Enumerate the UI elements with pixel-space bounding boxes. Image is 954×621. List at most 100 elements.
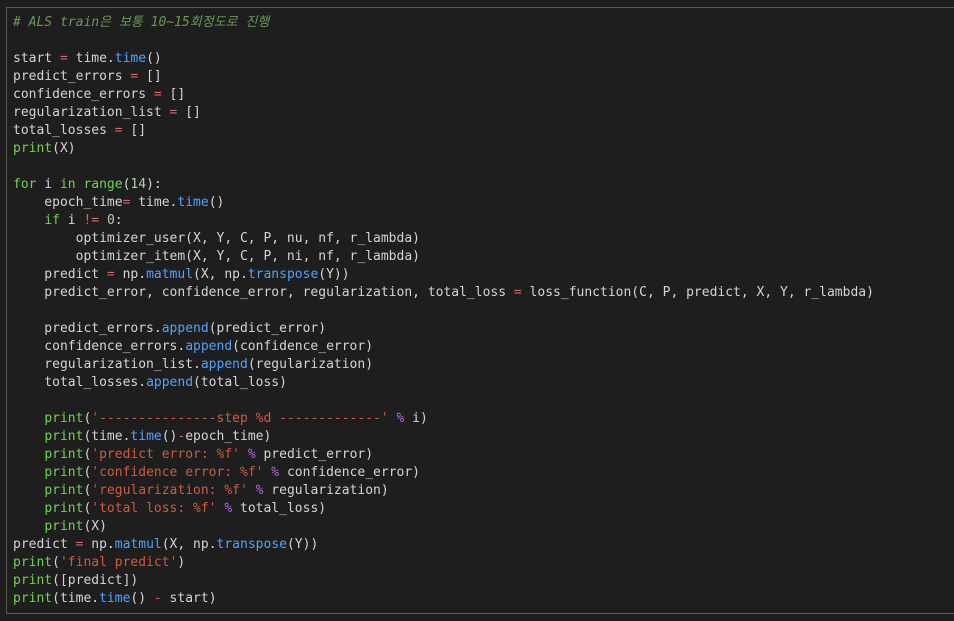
code-token: epoch_time) <box>185 429 272 444</box>
code-editor[interactable]: # ALS train은 보통 10~15회정도로 진행 start = tim… <box>6 7 954 614</box>
code-block[interactable]: # ALS train은 보통 10~15회정도로 진행 start = tim… <box>13 14 874 608</box>
code-token: start <box>13 51 60 66</box>
code-line[interactable]: print(X) <box>13 518 874 536</box>
code-token: (X) <box>52 141 76 156</box>
code-token: () <box>130 591 154 606</box>
code-line[interactable]: for i in range(14): <box>13 176 874 194</box>
code-token: = <box>106 267 115 282</box>
code-token: if <box>44 213 60 228</box>
code-line[interactable]: print(time.time()-epoch_time) <box>13 428 874 446</box>
code-token: % <box>247 447 256 462</box>
code-line[interactable] <box>13 158 874 176</box>
code-token: () <box>208 195 225 210</box>
code-token: 'regularization: %f' <box>91 483 248 498</box>
code-token: (Y)) <box>286 537 319 552</box>
code-token: print <box>44 519 84 534</box>
code-token: print <box>44 465 84 480</box>
code-line[interactable]: optimizer_item(X, Y, C, P, ni, nf, r_lam… <box>13 248 874 266</box>
code-line[interactable]: print('final predict') <box>13 554 874 572</box>
code-line[interactable]: predict = np.matmul(X, np.transpose(Y)) <box>13 536 874 554</box>
code-token: predict_errors <box>13 69 131 84</box>
code-line[interactable]: predict_error, confidence_error, regular… <box>13 284 874 302</box>
code-line[interactable]: confidence_errors.append(confidence_erro… <box>13 338 874 356</box>
code-token: (X, np. <box>161 537 217 552</box>
code-line[interactable]: # ALS train은 보통 10~15회정도로 진행 <box>13 14 874 32</box>
code-line[interactable]: total_losses = [] <box>13 122 874 140</box>
code-line[interactable]: regularization_list.append(regularizatio… <box>13 356 874 374</box>
code-token: != <box>83 213 100 228</box>
code-token: range <box>83 177 123 192</box>
code-token: optimizer_item(X, Y, C, P, ni, nf, r_lam… <box>13 249 420 264</box>
code-line[interactable]: print('regularization: %f' % regularizat… <box>13 482 874 500</box>
code-token: ([predict]) <box>52 573 139 588</box>
code-token: print <box>44 501 84 516</box>
code-line[interactable]: print(time.time() - start) <box>13 590 874 608</box>
code-line[interactable] <box>13 32 874 50</box>
code-token: append <box>161 321 209 336</box>
code-line[interactable] <box>13 392 874 410</box>
code-token: regularization) <box>263 483 389 498</box>
code-token: [] <box>122 123 147 138</box>
code-line[interactable]: regularization_list = [] <box>13 104 874 122</box>
code-token: 'final predict' <box>59 555 178 570</box>
code-line[interactable]: start = time.time() <box>13 50 874 68</box>
code-token: [] <box>161 87 186 102</box>
code-token: = <box>513 285 522 300</box>
code-token: transpose <box>247 267 319 282</box>
code-token: transpose <box>216 537 287 552</box>
code-token: print <box>13 141 53 156</box>
code-token: ) <box>177 555 186 570</box>
code-token: predict <box>13 537 76 552</box>
code-token: total_losses <box>13 123 115 138</box>
code-line[interactable]: print('total loss: %f' % total_loss) <box>13 500 874 518</box>
code-line[interactable]: print('confidence error: %f' % confidenc… <box>13 464 874 482</box>
code-token: append <box>146 375 194 390</box>
code-token: print <box>44 447 84 462</box>
code-token: 'predict error: %f' <box>91 447 240 462</box>
code-line[interactable]: predict_errors = [] <box>13 68 874 86</box>
code-token: confidence_errors <box>13 87 154 102</box>
code-token: predict <box>13 267 107 282</box>
code-token: (Y)) <box>318 267 350 282</box>
code-token: (confidence_error) <box>232 339 374 354</box>
code-token: time <box>177 195 209 210</box>
code-token: (regularization) <box>247 357 374 372</box>
code-token: optimizer_user(X, Y, C, P, nu, nf, r_lam… <box>13 231 420 246</box>
code-token: = <box>59 51 68 66</box>
code-line[interactable]: print('---------------step %d ----------… <box>13 410 874 428</box>
code-line[interactable]: predict_errors.append(predict_error) <box>13 320 874 338</box>
code-line[interactable] <box>13 302 874 320</box>
code-token: 14 <box>130 177 147 192</box>
code-line[interactable]: predict = np.matmul(X, np.transpose(Y)) <box>13 266 874 284</box>
code-token: time. <box>130 195 178 210</box>
code-token: append <box>185 339 233 354</box>
code-token: % <box>271 465 280 480</box>
code-token: in <box>59 177 76 192</box>
code-token: print <box>13 591 53 606</box>
code-token: predict_error, confidence_error, regular… <box>13 285 514 300</box>
code-line[interactable]: print(X) <box>13 140 874 158</box>
code-line[interactable]: if i != 0: <box>13 212 874 230</box>
code-line[interactable]: epoch_time= time.time() <box>13 194 874 212</box>
code-token: - <box>153 591 162 606</box>
code-line[interactable]: print('predict error: %f' % predict_erro… <box>13 446 874 464</box>
code-token: total_loss) <box>232 501 327 516</box>
code-token: (X, np. <box>193 267 248 282</box>
code-token: () <box>146 51 162 66</box>
code-line[interactable]: confidence_errors = [] <box>13 86 874 104</box>
code-token: time <box>114 51 147 66</box>
code-token: 'total loss: %f' <box>91 501 217 516</box>
code-token: regularization_list. <box>13 357 201 372</box>
code-line[interactable]: total_losses.append(total_loss) <box>13 374 874 392</box>
code-line[interactable]: optimizer_user(X, Y, C, P, nu, nf, r_lam… <box>13 230 874 248</box>
code-token: np. <box>114 267 147 282</box>
code-token: i <box>59 213 84 228</box>
code-token: time <box>130 429 162 444</box>
code-line[interactable]: print([predict]) <box>13 572 874 590</box>
